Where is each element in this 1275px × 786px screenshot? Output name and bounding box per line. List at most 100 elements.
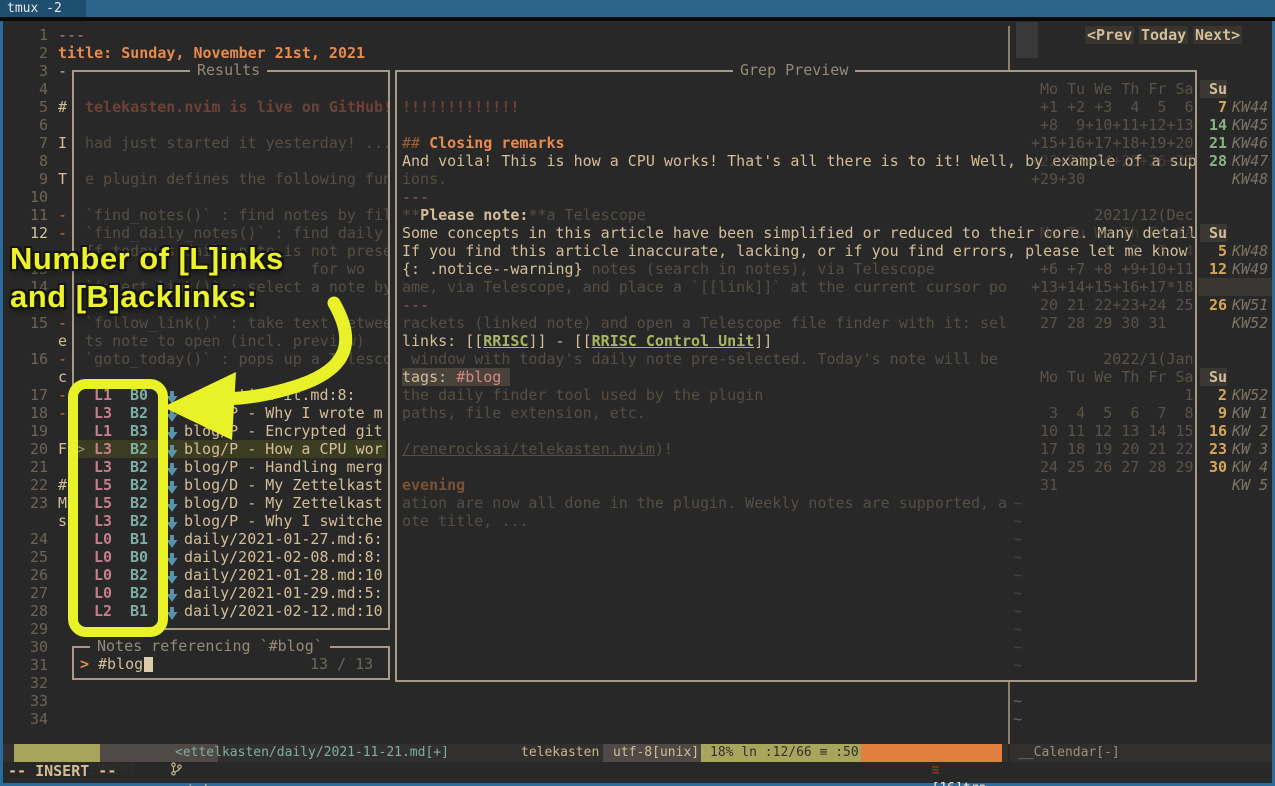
preview-line: {: .notice--warning} notes (search in no… — [402, 260, 935, 278]
preview-segment: /renerocksai/telekasten.nvim — [402, 440, 655, 458]
gutter-line-number: 9 — [4, 170, 48, 188]
result-item[interactable]: blog/P - Encrypted git — [184, 422, 383, 440]
calendar-week-label: KW 3 — [1223, 440, 1268, 458]
preview-line: ions. — [402, 170, 447, 188]
backlinks-count: B1 — [130, 602, 148, 620]
calendar-today-button[interactable]: Today — [1139, 26, 1188, 44]
calendar-next-button[interactable]: Next> — [1193, 26, 1242, 44]
result-item[interactable]: daily/2021-01-27.md:6: — [184, 530, 383, 548]
grep-preview-window: !!!!!!!!!!!!! ## Closing remarksAnd voila… — [395, 70, 1197, 682]
calendar-buffer-name: __Calendar[-] — [1018, 744, 1120, 762]
preview-line: If you find this article inaccurate, lac… — [402, 242, 1188, 260]
ghost-line: ts note to open (incl. preview) — [85, 332, 365, 350]
result-item[interactable]: blog/P - Why I wrote m — [184, 404, 383, 422]
preview-segment: ** — [402, 206, 420, 224]
backlinks-count: B2 — [130, 440, 148, 458]
calendar-week-label: KW 1 — [1223, 404, 1268, 422]
gutter-line-number: 23 — [4, 494, 48, 512]
gutter-line-number: 30 — [4, 638, 48, 656]
text-cursor — [144, 657, 153, 672]
calendar-week-label: KW52 — [1223, 314, 1268, 332]
links-count: L3 — [94, 512, 112, 530]
buffer-text-fragment: c — [58, 368, 67, 386]
backlinks-count: B0 — [130, 386, 148, 404]
links-count: L0 — [94, 584, 112, 602]
buffer-text-fragment: title: Sunday, November 21st, 2021 — [58, 44, 365, 62]
result-item[interactable]: blog/P - Handling merg — [184, 458, 383, 476]
calendar-prev-button[interactable]: <Prev — [1085, 26, 1134, 44]
result-item[interactable]: blog/P - How a CPU wor — [184, 440, 383, 458]
preview-line: **Please note:**a Telescope — [402, 206, 646, 224]
gutter-line-number: 15 — [4, 314, 48, 332]
backlinks-count: B1 — [130, 530, 148, 548]
gutter-line-number: 6 — [4, 116, 48, 134]
preview-segment: a Telescope — [547, 206, 646, 224]
preview-segment: --- — [402, 188, 429, 206]
gutter-line-number: 24 — [4, 530, 48, 548]
window-separator[interactable] — [1008, 26, 1010, 70]
preview-segment: the daily finder tool used by the plugin — [402, 386, 763, 404]
calendar-sunday-header: Su — [1200, 80, 1227, 98]
preview-line: the daily finder tool used by the plugin — [402, 386, 763, 404]
ghost-line: e plugin defines the following fun — [85, 170, 390, 188]
backlinks-count: B0 — [130, 548, 148, 566]
preview-segment: {: .notice--warning} — [402, 260, 583, 278]
buffer-text-fragment: - — [58, 314, 67, 332]
gutter-line-number: 25 — [4, 548, 48, 566]
tilde: ~ — [1013, 710, 1022, 728]
links-count: L3 — [94, 440, 112, 458]
preview-segment: RRISC Control Unit — [592, 332, 755, 350]
result-item[interactable]: blog/D - My Zettelkast — [184, 476, 383, 494]
result-item[interactable]: daily/2021-01-28.md:10 — [184, 566, 383, 584]
links-count: L1 — [94, 422, 112, 440]
result-item[interactable]: mention it.md:8: — [184, 386, 356, 404]
result-item[interactable]: daily/2021-02-12.md:10 — [184, 602, 383, 620]
preview-segment: tags: — [402, 368, 456, 386]
preview-segment: !!!!!!!!!!!!! — [402, 98, 519, 116]
preview-segment: evening — [402, 476, 465, 494]
preview-segment: ation are now all done in the plugin. We… — [402, 494, 1007, 512]
buffer-text-fragment: - — [58, 206, 67, 224]
preview-segment: rackets (linked note) and open a Telesco… — [402, 314, 1007, 332]
preview-segment: ote title, ... — [402, 512, 528, 530]
preview-line: ation are now all done in the plugin. We… — [402, 494, 1007, 512]
gutter-line-number: 17 — [4, 386, 48, 404]
plugin-name: telekasten — [521, 744, 599, 762]
result-item[interactable]: blog/D - My Zettelkast — [184, 494, 383, 512]
preview-segment: If you find this article inaccurate, lac… — [402, 242, 1188, 260]
backlinks-count: B3 — [130, 422, 148, 440]
gutter-line-number: 32 — [4, 674, 48, 692]
links-count: L0 — [94, 530, 112, 548]
result-item[interactable]: daily/2021-01-29.md:5: — [184, 584, 383, 602]
buffer-text-fragment: - — [58, 278, 67, 296]
preview-line: And voila! This is how a CPU works! That… — [402, 152, 1197, 170]
gutter-line-number: 8 — [4, 152, 48, 170]
preview-line: evening — [402, 476, 465, 494]
buffer-text-fragment: - — [58, 350, 67, 368]
preview-segment: RRISC — [483, 332, 528, 350]
buffer-text-fragment: - — [58, 386, 67, 404]
result-item[interactable]: daily/2021-02-08.md:8: — [184, 548, 383, 566]
search-input[interactable]: #blog — [98, 655, 143, 673]
results-window: telekasten.nvim is live on GitHub!had ju… — [72, 70, 390, 630]
gutter-line-number: 29 — [4, 620, 48, 638]
preview-segment: And voila! This is how a CPU works! That… — [402, 152, 1197, 170]
calendar-week-label: KW48 — [1223, 170, 1268, 188]
gutter-line-number: 16 — [4, 350, 48, 368]
progress-segment: 18% ln :12/66 ≡ :50 — [701, 744, 868, 762]
gutter-line-number: 21 — [4, 458, 48, 476]
tabs-segment[interactable]: ≡ [16]tra… — [861, 744, 1002, 762]
preview-segment: ** — [528, 206, 546, 224]
buffer-text-fragment: s — [58, 512, 67, 530]
window-separator[interactable] — [1008, 682, 1010, 744]
links-count: L0 — [94, 548, 112, 566]
selection-caret: > — [76, 440, 85, 458]
result-item[interactable]: blog/P - Why I switche — [184, 512, 383, 530]
buffer-text-fragment: M — [58, 494, 67, 512]
preview-line: tags: #blog — [402, 368, 510, 386]
calendar-sunday-header: Su — [1200, 368, 1227, 386]
gutter-line-number: 27 — [4, 584, 48, 602]
preview-segment: Some concepts in this article have been … — [402, 224, 1197, 242]
preview-line: ## Closing remarks — [402, 134, 565, 152]
buffer-text-fragment: T — [58, 170, 67, 188]
